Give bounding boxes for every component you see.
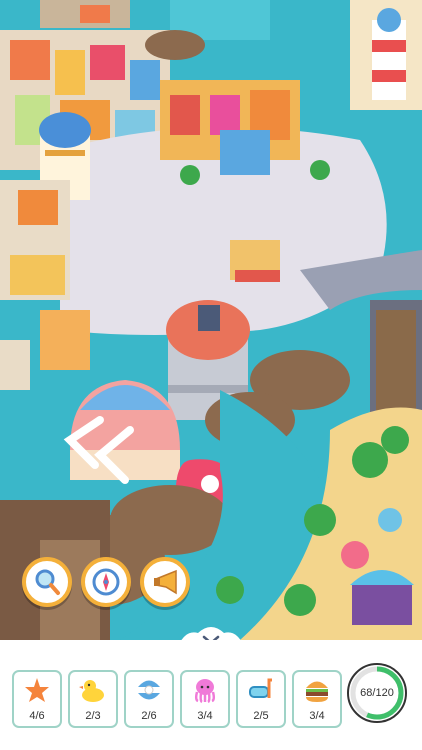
horn-button[interactable] [140,557,190,607]
item-count: 3/4 [197,710,213,722]
compass-button[interactable] [81,557,131,607]
item-card-burger[interactable]: 3/4 [292,670,342,728]
compass-icon [92,568,120,596]
progress-label: 68/120 [360,687,394,699]
item-tray: 4/6 2/3 2/6 3/4 2/5 3/4 68/120 [0,640,422,750]
item-card-duck[interactable]: 2/3 [68,670,118,728]
map-scene[interactable] [0,0,422,640]
drawer-handle[interactable] [176,621,246,640]
item-count: 3/4 [309,710,325,722]
item-count: 4/6 [29,710,45,722]
octopus-icon [194,679,216,704]
item-count: 2/6 [141,710,157,722]
progress-ring: 68/120 [344,660,410,726]
item-card-starfish[interactable]: 4/6 [12,670,62,728]
item-count: 2/3 [85,710,101,722]
snorkel-mask-icon [249,678,272,698]
starfish-icon [25,678,49,702]
pearl-shell-icon [138,680,160,700]
horn-icon [154,569,177,595]
item-count: 2/5 [253,710,269,722]
lighthouse [350,0,422,110]
item-card-octopus[interactable]: 3/4 [180,670,230,728]
duck-icon [79,680,104,702]
magnifier-button[interactable] [22,557,72,607]
magnifier-icon [35,569,60,595]
game-map[interactable] [0,0,422,640]
item-card-snorkel-mask[interactable]: 2/5 [236,670,286,728]
burger-icon [306,681,328,702]
item-card-pearl-shell[interactable]: 2/6 [124,670,174,728]
